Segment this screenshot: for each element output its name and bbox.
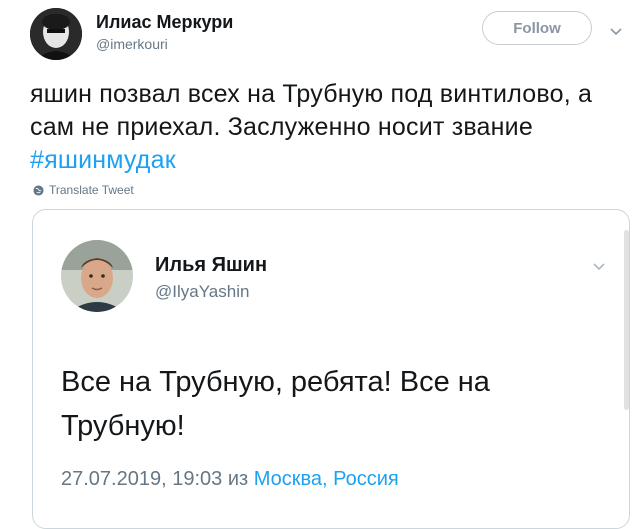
from-word: из (227, 468, 249, 490)
author-handle[interactable]: @imerkouri (96, 36, 168, 52)
chevron-down-icon[interactable] (609, 27, 623, 37)
quoted-author-avatar[interactable] (61, 240, 133, 312)
author-avatar[interactable] (30, 8, 82, 60)
translate-tweet-link[interactable]: Translate Tweet (33, 183, 134, 197)
scrollbar[interactable] (624, 230, 629, 410)
tweet-text: яшин позвал всех на Трубную под винтилов… (30, 78, 620, 177)
quoted-tweet-meta: 27.07.2019, 19:03 из Москва, Россия (61, 468, 399, 491)
location-link[interactable]: Москва, Россия (254, 468, 399, 490)
quoted-tweet-card[interactable]: Илья Яшин @IlyaYashin Все на Трубную, ре… (32, 209, 630, 529)
quoted-author-name[interactable]: Илья Яшин (155, 254, 267, 277)
tweet-body: яшин позвал всех на Трубную под винтилов… (30, 80, 593, 141)
quoted-timestamp[interactable]: 27.07.2019, 19:03 (61, 468, 222, 490)
hashtag-link[interactable]: #яшинмудак (30, 146, 176, 174)
translate-label: Translate Tweet (49, 183, 134, 197)
author-name[interactable]: Илиас Меркури (96, 12, 233, 33)
quoted-author-handle[interactable]: @IlyaYashin (155, 282, 249, 302)
quoted-tweet-text: Все на Трубную, ребята! Все на Трубную! (61, 366, 490, 442)
globe-icon (33, 184, 44, 196)
chevron-down-icon[interactable] (592, 262, 606, 272)
follow-button[interactable]: Follow (482, 11, 592, 45)
